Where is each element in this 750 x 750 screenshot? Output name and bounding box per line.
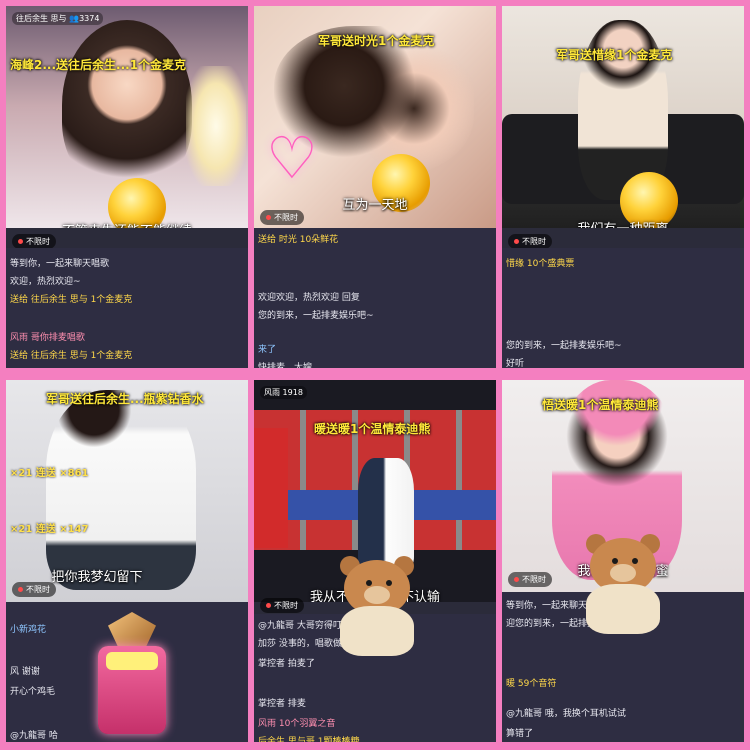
room-hud: 风雨 1918 — [260, 386, 307, 399]
chat-message: 来了 — [258, 345, 277, 355]
gift-banner: 军哥送往后余生...瓶紫钻香水 — [46, 392, 204, 406]
streamer-figure — [62, 20, 192, 190]
lyric-subtitle: 我们有一种距离 — [502, 218, 744, 228]
teddy-bear-gift-icon — [576, 534, 672, 638]
lyric-subtitle: 不管来生还能不能继续 — [6, 220, 248, 228]
screenshot-collage: 往后余生 思与 👥3374 海峰2...送往后余生...1个金麦克 不管来生还能… — [0, 0, 750, 750]
chat-message: 好听 — [506, 359, 525, 368]
live-tile-2[interactable]: ♡ 军哥送时光1个金麦克 互为一天地 不限时 送给 时光 10朵鲜花 欢迎欢迎，… — [254, 6, 496, 368]
chat-message: 掌控者 排麦 — [258, 699, 306, 709]
time-limit-badge: 不限时 — [12, 582, 56, 597]
gift-banner: 悟送暖1个温情泰迪熊 — [542, 398, 659, 412]
chat-panel: 等到你，一起来聊天唱歌 欢迎，热烈欢迎~ 送给 往后余生 思与 1个金麦克 风雨… — [6, 248, 248, 368]
chat-message: 开心个鸡毛 — [10, 687, 56, 697]
gift-banner: 海峰2...送往后余生...1个金麦克 — [10, 58, 187, 72]
heart-frame-icon: ♡ — [266, 124, 318, 192]
chat-message: 风雨 10个羽翼之音 — [258, 719, 336, 729]
chat-message: 风 谢谢 — [10, 667, 40, 677]
teddy-bear-gift-icon — [330, 556, 426, 660]
combo-gift-counter: ×21 连送 ×147 — [10, 524, 89, 535]
chat-message: 暖 59个音符 — [506, 679, 557, 689]
gift-banner: 暖送暖1个温情泰迪熊 — [314, 422, 431, 436]
wing-decoration — [186, 66, 246, 186]
live-tile-6[interactable]: 悟送暖1个温情泰迪熊 我们开始很甜蜜 不限时 等到你，一起来聊天唱歌 迎您的到来… — [502, 380, 744, 742]
time-limit-badge: 不限时 — [508, 234, 552, 249]
users-icon: 👥 — [69, 14, 80, 23]
video-frame: ♡ 军哥送时光1个金麦克 互为一天地 — [254, 6, 496, 228]
video-frame: 往后余生 思与 👥3374 海峰2...送往后余生...1个金麦克 不管来生还能… — [6, 6, 248, 228]
chat-message: 欢迎，热烈欢迎~ — [10, 277, 81, 287]
fire-truck — [254, 428, 288, 548]
live-tile-4[interactable]: 军哥送往后余生...瓶紫钻香水 ×21 连送 ×861 ×21 连送 ×147 … — [6, 380, 248, 742]
chat-message: 送给 时光 10朵鲜花 — [258, 235, 339, 245]
chat-panel: 送给 时光 10朵鲜花 欢迎欢迎，热烈欢迎 回复 您的到来，一起排麦娱乐吧~ 来… — [254, 228, 496, 368]
chat-message: 欢迎欢迎，热烈欢迎 回复 — [258, 293, 360, 303]
video-frame: 军哥送惜缘1个金麦克 我们有一种距离 — [502, 6, 744, 228]
gift-banner: 军哥送惜缘1个金麦克 — [556, 48, 673, 62]
chat-message: 后余生 思与哥 1颗棒棒糖 — [258, 737, 360, 742]
chat-message: 您的到来，一起排麦娱乐吧~ — [258, 311, 374, 321]
perfume-gift-icon — [90, 612, 174, 736]
chat-message: @九龍哥 哈 — [10, 731, 58, 741]
live-tile-1[interactable]: 往后余生 思与 👥3374 海峰2...送往后余生...1个金麦克 不管来生还能… — [6, 6, 248, 368]
chat-message: 掌控者 拍麦了 — [258, 659, 315, 669]
chat-message: @九龍哥 哦，我换个耳机试试 — [506, 709, 626, 719]
chat-message: 快排麦，大嫂 — [258, 363, 313, 368]
live-tile-3[interactable]: 军哥送惜缘1个金麦克 我们有一种距离 不限时 惜缘 10个盛典票 您的到来，一起… — [502, 6, 744, 368]
time-limit-badge: 不限时 — [260, 598, 304, 613]
room-hud: 往后余生 思与 👥3374 — [12, 12, 104, 25]
gift-banner: 军哥送时光1个金麦克 — [318, 34, 435, 48]
chat-message: 风雨 哥你排麦唱歌 — [10, 333, 85, 343]
combo-gift-counter: ×21 连送 ×861 — [10, 468, 89, 479]
chat-message: 您的到来，一起排麦娱乐吧~ — [506, 341, 622, 351]
live-tile-5[interactable]: 风雨 1918 暖送暖1个温情泰迪熊 我从不怕孤独从不认输 不限时 @九龍哥 大… — [254, 380, 496, 742]
chat-message: 小新鸡花 — [10, 625, 47, 635]
time-limit-badge: 不限时 — [260, 210, 304, 225]
chat-message: 送给 往后余生 思与 1个金麦克 — [10, 351, 133, 361]
streamer-figure — [46, 390, 196, 590]
video-frame: 军哥送往后余生...瓶紫钻香水 ×21 连送 ×861 ×21 连送 ×147 … — [6, 380, 248, 602]
time-limit-badge: 不限时 — [508, 572, 552, 587]
chat-message: 惜缘 10个盛典票 — [506, 259, 575, 269]
couple-figure — [358, 458, 414, 568]
chat-message: 送给 往后余生 思与 1个金麦克 — [10, 295, 133, 305]
chat-panel: 惜缘 10个盛典票 您的到来，一起排麦娱乐吧~ 好听 — [502, 248, 744, 368]
chat-message: 等到你，一起来聊天唱歌 — [10, 259, 110, 269]
chat-message: 算错了 — [506, 729, 534, 739]
time-limit-badge: 不限时 — [12, 234, 56, 249]
